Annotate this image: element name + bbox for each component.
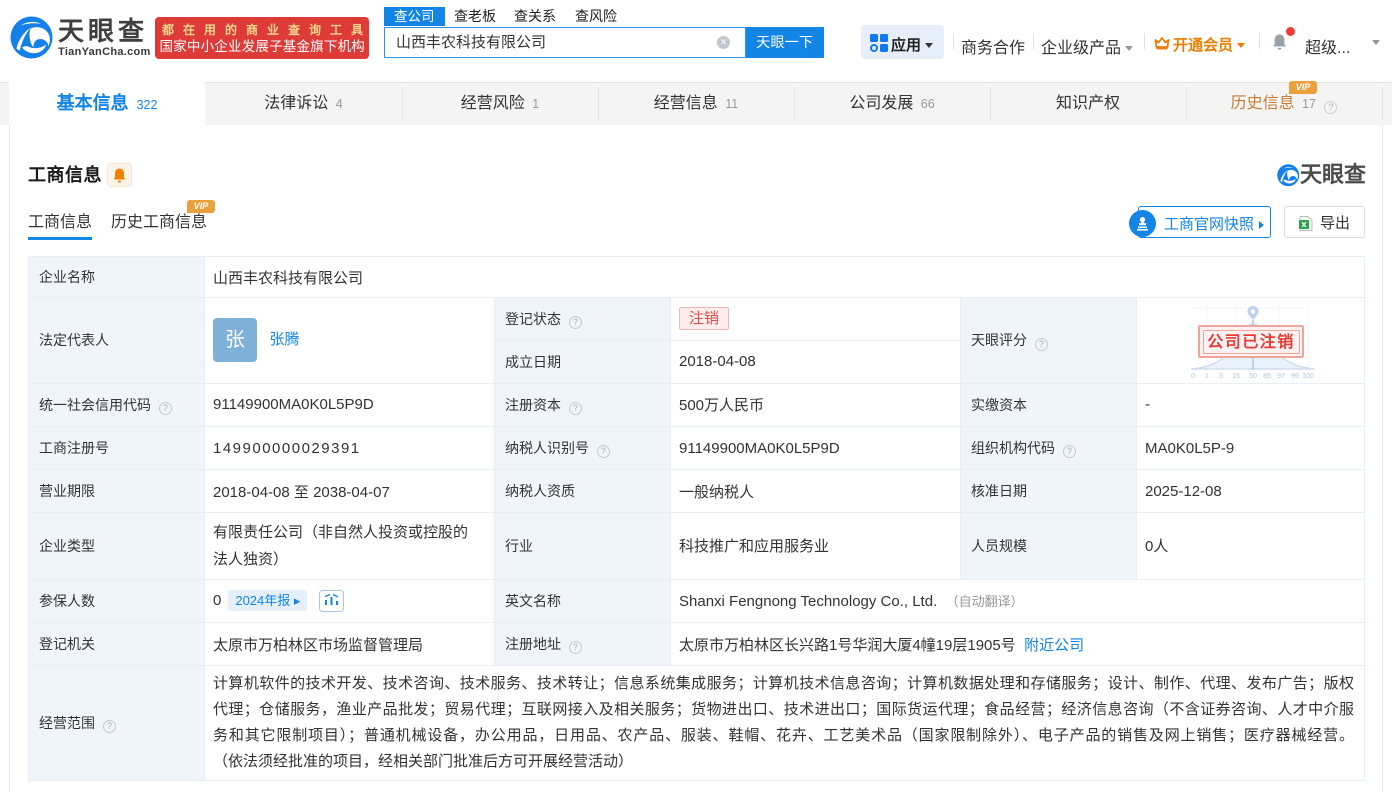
svg-text:15: 15 xyxy=(1232,373,1240,380)
svg-text:97: 97 xyxy=(1277,373,1285,380)
svg-text:100: 100 xyxy=(1302,373,1314,380)
svg-text:1: 1 xyxy=(1205,373,1209,380)
svg-text:0: 0 xyxy=(1191,373,1195,380)
svg-text:85: 85 xyxy=(1263,373,1271,380)
svg-text:99: 99 xyxy=(1291,373,1299,380)
svg-text:50: 50 xyxy=(1249,373,1257,380)
svg-text:3: 3 xyxy=(1219,373,1223,380)
